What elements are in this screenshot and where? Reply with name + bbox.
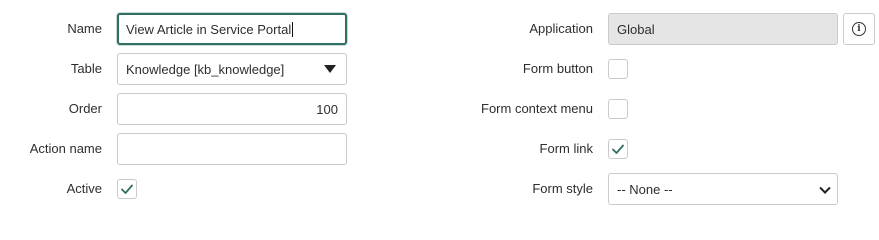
form-context-menu-label: Form context menu bbox=[481, 101, 593, 116]
order-label: Order bbox=[68, 101, 102, 116]
checkmark-icon bbox=[121, 184, 133, 194]
text-caret bbox=[292, 21, 294, 37]
application-value: Global bbox=[617, 21, 655, 37]
form-style-select-value: -- None -- bbox=[617, 181, 673, 197]
form-context-menu-checkbox[interactable] bbox=[608, 99, 628, 119]
name-input[interactable]: View Article in Service Portal bbox=[117, 13, 347, 45]
application-label: Application bbox=[529, 21, 593, 36]
checkmark-icon bbox=[612, 144, 624, 154]
form-button-checkbox[interactable] bbox=[608, 59, 628, 79]
name-input-value: View Article in Service Portal bbox=[126, 21, 292, 37]
table-select-value: Knowledge [kb_knowledge] bbox=[126, 61, 285, 77]
table-select[interactable]: Knowledge [kb_knowledge] bbox=[117, 53, 347, 85]
application-field: Global bbox=[608, 13, 838, 45]
action-name-label: Action name bbox=[29, 141, 102, 156]
chevron-down-icon bbox=[819, 182, 831, 194]
table-label: Table bbox=[70, 61, 102, 76]
info-icon: i bbox=[852, 22, 866, 36]
name-label: Name bbox=[67, 21, 102, 36]
form-link-label: Form link bbox=[539, 141, 593, 156]
application-info-button[interactable]: i bbox=[843, 13, 875, 45]
order-input-value: 100 bbox=[316, 101, 338, 117]
dropdown-triangle-icon bbox=[324, 65, 336, 73]
action-name-input[interactable] bbox=[117, 133, 347, 165]
active-label: Active bbox=[66, 181, 102, 196]
order-input[interactable]: 100 bbox=[117, 93, 347, 125]
form-button-label: Form button bbox=[522, 61, 593, 76]
form-style-label: Form style bbox=[532, 181, 593, 196]
active-checkbox[interactable] bbox=[117, 179, 137, 199]
form-link-checkbox[interactable] bbox=[608, 139, 628, 159]
form-style-select[interactable]: -- None -- bbox=[608, 173, 838, 205]
